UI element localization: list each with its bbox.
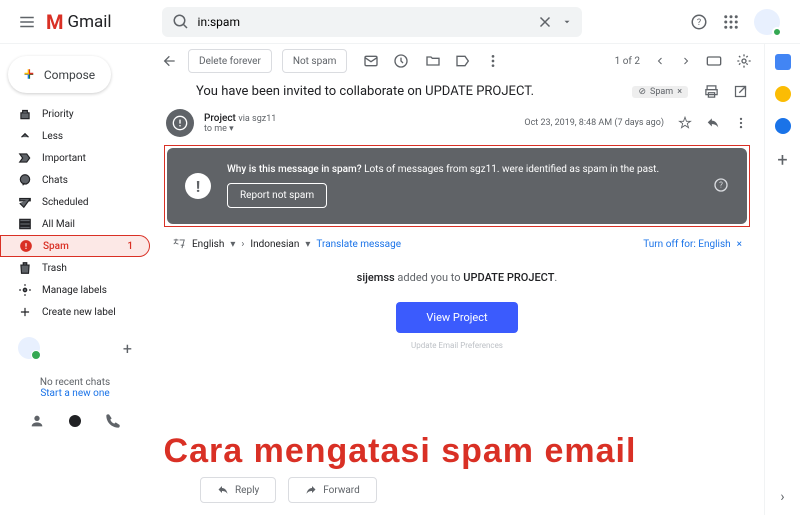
settings-icon[interactable] [736, 53, 752, 69]
sidebar-item-create-new-label[interactable]: Create new label [0, 301, 150, 323]
mark-unread-icon[interactable] [363, 53, 379, 69]
view-project-button[interactable]: View Project [396, 302, 517, 333]
sidebar-label: Trash [42, 263, 67, 274]
move-icon[interactable] [425, 53, 441, 69]
keep-addon-icon[interactable] [775, 86, 791, 102]
sender-to[interactable]: to me [204, 124, 227, 134]
sidebar-item-all-mail[interactable]: All Mail [0, 213, 150, 235]
reply-button[interactable]: Reply [200, 477, 276, 503]
translate-turnoff[interactable]: Turn off for: English [643, 239, 730, 250]
more-vert-icon[interactable] [734, 116, 748, 130]
warning-icon: ! [185, 173, 211, 199]
calendar-addon-icon[interactable] [775, 54, 791, 70]
translate-to[interactable]: Indonesian [250, 239, 299, 250]
app-header: M Gmail ? [0, 0, 800, 44]
label-icon[interactable] [455, 53, 471, 69]
back-icon[interactable] [162, 53, 178, 69]
gmail-logo[interactable]: M Gmail [46, 10, 112, 34]
forward-button[interactable]: Forward [288, 477, 377, 503]
sidebar-item-spam[interactable]: Spam1 [0, 235, 150, 257]
spam-why-text: Why is this message in spam? [227, 164, 362, 175]
sidebar-label: Manage labels [42, 285, 107, 296]
sidebar-label: Create new label [42, 307, 116, 318]
addon-plus-icon[interactable]: + [777, 150, 787, 171]
compose-label: Compose [44, 68, 95, 82]
sender-via: via sgz11 [238, 114, 276, 124]
sidebar-item-trash[interactable]: Trash [0, 257, 150, 279]
chat-avatar[interactable] [18, 337, 40, 359]
compose-plus-icon: + [24, 64, 34, 85]
star-icon[interactable] [678, 116, 692, 130]
sender-avatar [166, 109, 194, 137]
search-input[interactable] [190, 15, 536, 29]
account-avatar[interactable] [754, 9, 780, 35]
tasks-addon-icon[interactable] [775, 118, 791, 134]
hamburger-icon[interactable] [18, 13, 36, 31]
svg-text:?: ? [697, 18, 701, 28]
more-icon[interactable] [485, 53, 501, 69]
spam-reason: Lots of messages from sgz11. were identi… [364, 164, 659, 175]
delete-forever-button[interactable]: Delete forever [188, 49, 272, 73]
snooze-icon[interactable] [393, 53, 409, 69]
reply-icon[interactable] [706, 116, 720, 130]
translate-link[interactable]: Translate message [316, 239, 401, 250]
translate-bar: English ▾ › Indonesian ▾ Translate messa… [150, 231, 764, 257]
search-box[interactable] [162, 7, 582, 37]
person-icon[interactable] [29, 413, 45, 429]
sidebar-item-priority[interactable]: Priority [0, 103, 150, 125]
gmail-m-icon: M [46, 10, 64, 34]
compose-button[interactable]: + Compose [8, 56, 111, 93]
message-counter: 1 of 2 [615, 56, 640, 67]
brand-text: Gmail [68, 12, 112, 32]
hangouts-icon[interactable] [67, 413, 83, 429]
sidebar-item-scheduled[interactable]: Scheduled [0, 191, 150, 213]
email-date: Oct 23, 2019, 8:48 AM (7 days ago) [524, 118, 664, 128]
open-new-icon[interactable] [733, 84, 748, 99]
phone-icon[interactable] [105, 413, 121, 429]
print-icon[interactable] [704, 84, 719, 99]
sidebar-label: Important [42, 153, 86, 164]
translate-close-icon[interactable]: × [737, 239, 742, 250]
sidebar-item-important[interactable]: Important [0, 147, 150, 169]
chat-add-icon[interactable]: + [123, 339, 132, 358]
svg-text:?: ? [719, 180, 723, 189]
sidebar-label: All Mail [42, 219, 75, 230]
sidebar-item-chats[interactable]: Chats [0, 169, 150, 191]
no-chats-text: No recent chats [12, 377, 138, 388]
next-icon[interactable] [680, 53, 692, 69]
spam-help-icon[interactable]: ? [713, 177, 729, 193]
sidebar-label: Spam [43, 241, 69, 252]
prev-icon[interactable] [654, 53, 666, 69]
overlay-caption: Cara mengatasi spam email [0, 432, 800, 471]
email-subject: You have been invited to collaborate on … [196, 84, 534, 99]
help-icon[interactable]: ? [690, 13, 708, 31]
translate-icon [172, 237, 186, 251]
sender-name: Project [204, 113, 236, 124]
message-toolbar: Delete forever Not spam 1 of 2 [150, 44, 764, 78]
sidebar-label: Scheduled [42, 197, 89, 208]
sidebar-item-less[interactable]: Less [0, 125, 150, 147]
spam-label-chip[interactable]: ⊘ Spam × [632, 86, 688, 98]
search-icon[interactable] [172, 13, 190, 31]
email-pref-link[interactable]: Update Email Preferences [150, 341, 764, 350]
sidebar-label: Priority [42, 109, 74, 120]
sidebar-label: Less [42, 131, 63, 142]
keyboard-icon[interactable] [706, 53, 722, 69]
clear-search-icon[interactable] [536, 13, 554, 31]
spam-banner-highlight: ! Why is this message in spam? Lots of m… [164, 145, 750, 227]
apps-icon[interactable] [722, 13, 740, 31]
search-dropdown-icon[interactable] [562, 13, 572, 31]
invite-text: sijemss added you to UPDATE PROJECT. [150, 271, 764, 284]
sidebar-item-manage-labels[interactable]: Manage labels [0, 279, 150, 301]
translate-from[interactable]: English [192, 239, 224, 250]
report-not-spam-button[interactable]: Report not spam [227, 183, 327, 208]
collapse-panel-icon[interactable]: › [780, 489, 784, 505]
spam-banner: ! Why is this message in spam? Lots of m… [167, 148, 747, 224]
not-spam-button[interactable]: Not spam [282, 49, 348, 73]
sidebar-label: Chats [42, 175, 68, 186]
start-chat-link[interactable]: Start a new one [40, 388, 109, 399]
